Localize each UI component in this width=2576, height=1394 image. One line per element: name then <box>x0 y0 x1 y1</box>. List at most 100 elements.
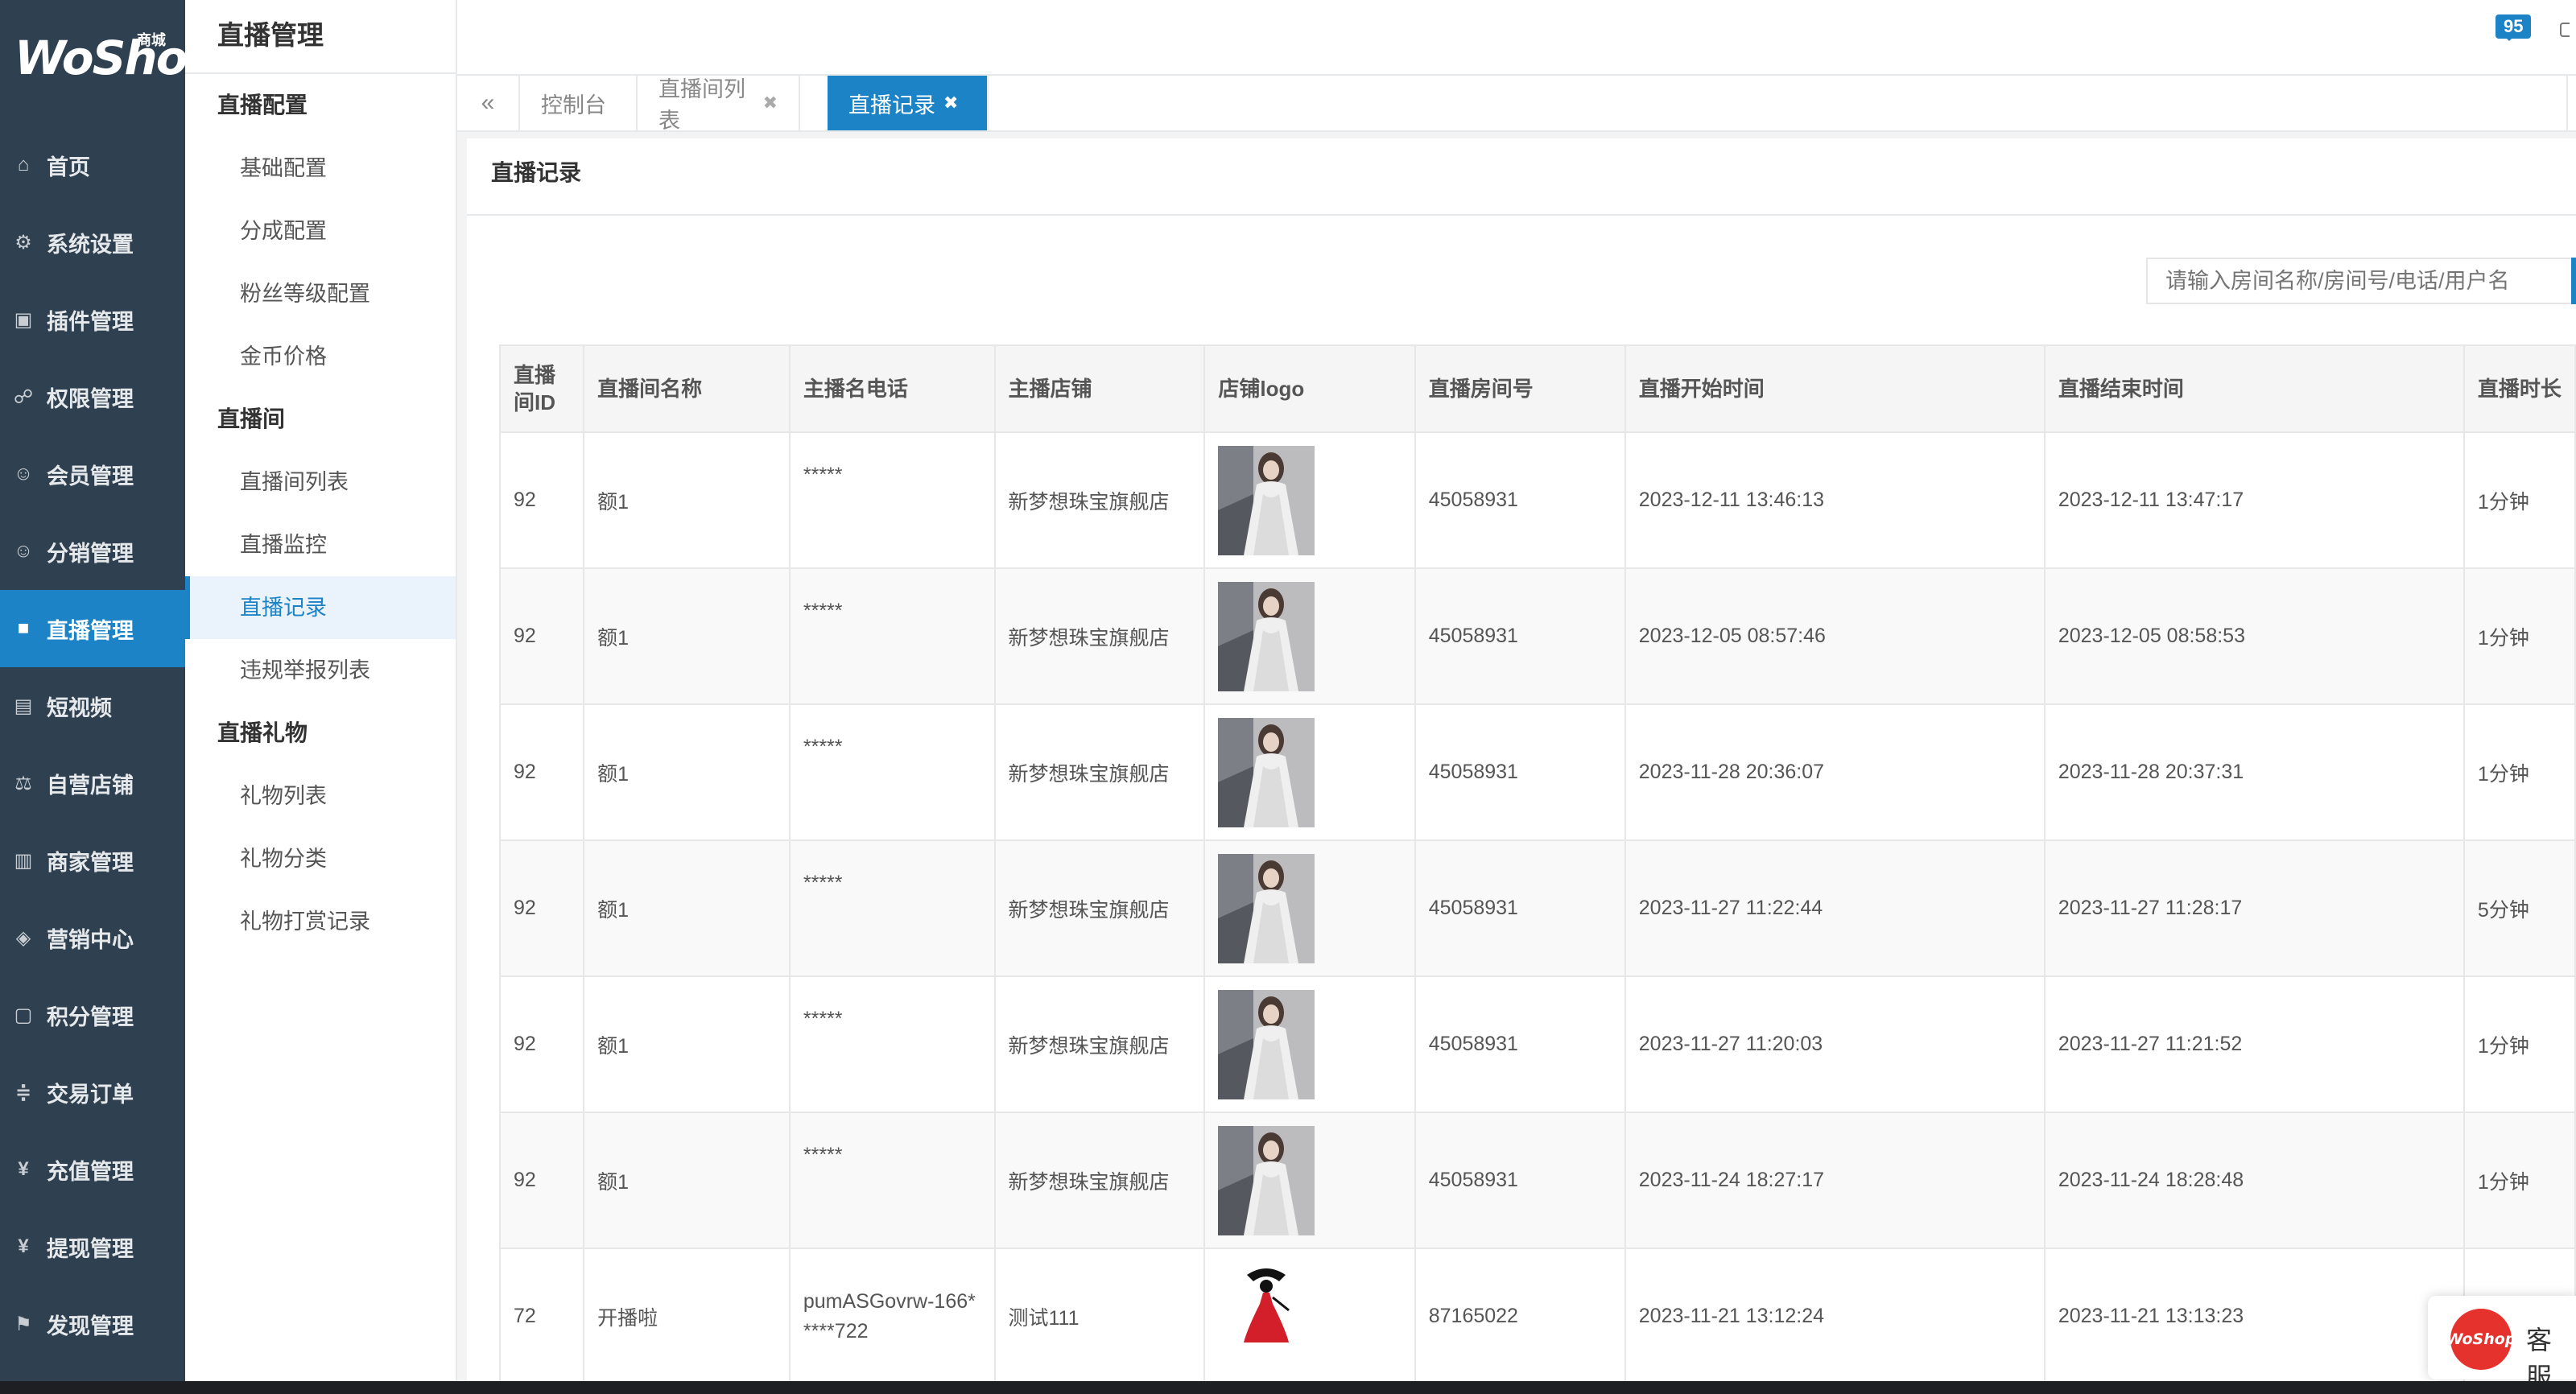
tab-live-records[interactable]: 直播记录 ✖ <box>828 76 989 130</box>
table-row[interactable]: 92 额1 ***** 新梦想珠宝旗舰店 45058931 2023-12-11 13:4… <box>498 431 2576 569</box>
cell-room-number: 45058931 <box>1414 431 1626 569</box>
customer-service-widget[interactable]: WoShop 客服 <box>2428 1296 2576 1392</box>
nav-item[interactable]: ☺ 分销管理 <box>0 513 185 590</box>
live-records-table: 直播间ID 直播间名称 主播名电话 主播店铺 店铺logo 直播房间号 直播开始… <box>498 344 2576 1385</box>
cell-end-time: 2023-12-05 08:58:53 <box>2043 567 2465 705</box>
cell-room-name: 额1 <box>583 703 791 841</box>
sub-menu-item[interactable]: 基础配置 <box>185 137 456 200</box>
nav-item-label: 营销中心 <box>47 927 134 952</box>
double-left-icon[interactable]: « <box>457 76 520 130</box>
sub-menu-title: 直播管理 <box>185 0 456 74</box>
notification-badge[interactable]: 95 <box>2496 14 2532 41</box>
search-button[interactable] <box>2571 258 2576 304</box>
cell-anchor-phone: ***** <box>788 567 996 705</box>
nav-item[interactable]: ¥ 提现管理 <box>0 1208 185 1285</box>
exchange-icon: ≑ <box>14 1081 32 1103</box>
sub-menu-item[interactable]: 金币价格 <box>185 325 456 388</box>
tab-label: 直播间列表 <box>658 77 745 133</box>
cell-room-id: 92 <box>498 567 585 705</box>
nav-item[interactable]: ▥ 商家管理 <box>0 822 185 899</box>
users-icon: ☺ <box>13 463 34 485</box>
table-row[interactable]: 92 额1 ***** 新梦想珠宝旗舰店 45058931 2023-11-24 18:2… <box>498 1111 2576 1249</box>
nav-item[interactable]: ⚑ 发现管理 <box>0 1285 185 1363</box>
cell-duration: 1分钟 <box>2462 703 2576 841</box>
tab-label: 控制台 <box>541 93 606 118</box>
nav-item-label: 系统设置 <box>47 232 134 257</box>
nav-item[interactable]: ▣ 插件管理 <box>0 281 185 358</box>
table-body: 92 额1 ***** 新梦想珠宝旗舰店 45058931 2023-12-11 13:4… <box>498 431 2576 1385</box>
nav-item[interactable]: ⚙ 系统设置 <box>0 204 185 281</box>
sub-menu-item[interactable]: 粉丝等级配置 <box>185 262 456 325</box>
nav-item-label: 权限管理 <box>47 386 134 411</box>
table-row[interactable]: 72 开播啦 pumASGovrw-166*****722 测试111 87165022… <box>498 1248 2576 1385</box>
sub-menu-item[interactable]: 礼物列表 <box>185 765 456 827</box>
sub-menu-group-title: 直播配置 <box>217 93 308 118</box>
nav-item[interactable]: ■ 直播管理 <box>0 590 185 667</box>
nav-item[interactable]: ▢ 积分管理 <box>0 976 185 1054</box>
cell-room-id: 92 <box>498 975 585 1113</box>
nav-item[interactable]: ≑ 交易订单 <box>0 1054 185 1131</box>
tab-live-room-list[interactable]: 直播间列表 ✖ <box>638 76 800 133</box>
cell-duration: 1分钟 <box>2462 567 2576 705</box>
cell-room-name: 开播啦 <box>583 1248 791 1385</box>
cell-room-id: 92 <box>498 431 585 569</box>
table-row[interactable]: 92 额1 ***** 新梦想珠宝旗舰店 45058931 2023-12-05 08:5… <box>498 567 2576 705</box>
nav-item-label: 直播管理 <box>47 618 134 643</box>
sub-menu-group-title: 直播间 <box>217 406 286 431</box>
nav-item[interactable]: ◈ 营销中心 <box>0 899 185 976</box>
nav-item[interactable]: ¥ 充值管理 <box>0 1131 185 1208</box>
search-input[interactable] <box>2146 258 2576 304</box>
sub-menu-list: 直播配置基础配置 分成配置 粉丝等级配置 金币价格直播间直播间列表 直播监控 直播记录 违规… <box>185 74 456 953</box>
nav-item-label: 分销管理 <box>47 541 134 566</box>
cell-room-id: 92 <box>498 1111 585 1249</box>
table-row[interactable]: 92 额1 ***** 新梦想珠宝旗舰店 45058931 2023-11-27 11:2… <box>498 975 2576 1113</box>
col-header-end: 直播结束时间 <box>2043 344 2465 433</box>
col-header-room: 直播房间号 <box>1414 344 1626 433</box>
close-icon[interactable]: ✖ <box>763 93 778 113</box>
cell-shop-logo <box>1203 1111 1416 1249</box>
cell-start-time: 2023-11-27 11:22:44 <box>1624 839 2046 977</box>
table-row[interactable]: 92 额1 ***** 新梦想珠宝旗舰店 45058931 2023-11-28 20:3… <box>498 703 2576 841</box>
cell-shop-logo <box>1203 975 1416 1113</box>
cell-shop-logo <box>1203 567 1416 705</box>
plugin-icon: ▣ <box>14 308 33 331</box>
sub-menu: 直播管理 直播配置基础配置 分成配置 粉丝等级配置 金币价格直播间直播间列表 直播监控直… <box>185 0 457 1381</box>
nav-item[interactable]: ☺ 会员管理 <box>0 435 185 513</box>
cell-start-time: 2023-12-11 13:46:13 <box>1624 431 2046 569</box>
nav-item-label: 交易订单 <box>47 1082 134 1107</box>
sub-menu-item[interactable]: 礼物打赏记录 <box>185 890 456 953</box>
cell-room-name: 额1 <box>583 431 791 569</box>
table-row[interactable]: 92 额1 ***** 新梦想珠宝旗舰店 45058931 2023-11-27 11:2… <box>498 839 2576 977</box>
sub-menu-item[interactable]: 直播监控 <box>185 513 456 576</box>
cell-room-id: 92 <box>498 839 585 977</box>
nav-item[interactable]: ⌂ 首页 <box>0 126 185 204</box>
nav-item-label: 会员管理 <box>47 464 134 489</box>
sub-menu-item[interactable]: 礼物分类 <box>185 827 456 890</box>
logo-tag: 商城 <box>137 32 166 48</box>
sub-menu-item[interactable]: 分成配置 <box>185 200 456 262</box>
nav-item-label: 商家管理 <box>47 850 134 875</box>
nav-item[interactable]: ☍ 权限管理 <box>0 358 185 435</box>
sub-menu-item[interactable]: 直播间列表 <box>185 451 456 513</box>
cell-end-time: 2023-11-27 11:28:17 <box>2043 839 2465 977</box>
shop-logo-image <box>1218 717 1315 827</box>
user-icon[interactable] <box>2560 23 2570 37</box>
cell-anchor-shop: 新梦想珠宝旗舰店 <box>993 839 1206 977</box>
nav-item-label: 首页 <box>47 155 90 179</box>
bank-icon: ▥ <box>14 849 33 872</box>
sub-menu-item[interactable]: 直播记录 <box>185 576 456 639</box>
nav-item[interactable]: ▤ 短视频 <box>0 667 185 744</box>
col-header-name: 直播间名称 <box>583 344 791 433</box>
col-header-start: 直播开始时间 <box>1624 344 2046 433</box>
video-file-icon: ▤ <box>14 695 33 717</box>
nav-item-label: 积分管理 <box>47 1004 134 1029</box>
cell-anchor-phone: ***** <box>788 839 996 977</box>
tab-console[interactable]: 控制台 <box>520 76 638 130</box>
nav-item[interactable]: ⚖ 自营店铺 <box>0 744 185 822</box>
cell-anchor-shop: 新梦想珠宝旗舰店 <box>993 1111 1206 1249</box>
close-icon[interactable]: ✖ <box>943 93 958 113</box>
cell-room-number: 87165022 <box>1414 1248 1626 1385</box>
cell-room-name: 额1 <box>583 839 791 977</box>
sub-menu-item[interactable]: 违规举报列表 <box>185 639 456 702</box>
logo[interactable]: WoShop 商城 <box>14 29 220 90</box>
